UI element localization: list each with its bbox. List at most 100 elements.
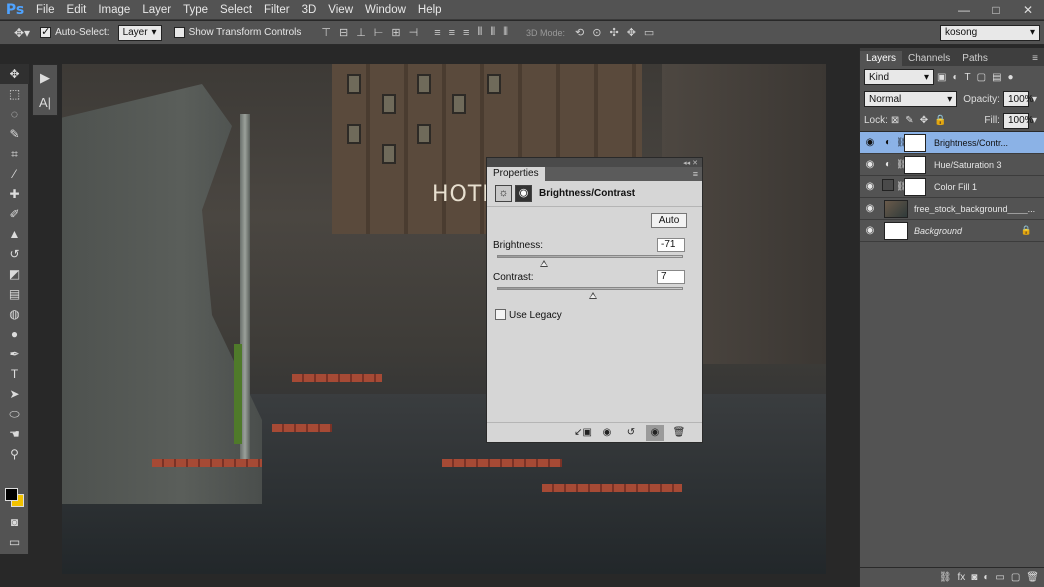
chain-link-icon[interactable]: ⛓ [896, 137, 907, 148]
new-group-icon[interactable]: ▭ [995, 572, 1004, 583]
marquee-tool-icon[interactable]: ⬚ [0, 84, 29, 104]
show-transform-checkbox[interactable] [173, 27, 185, 38]
eyedropper-tool-icon[interactable]: ⁄ [0, 164, 29, 184]
trash-icon[interactable]: 🗑 [1026, 572, 1039, 583]
filter-type-icon[interactable]: T [965, 72, 971, 83]
tab-layers[interactable]: Layers [860, 51, 903, 66]
reset-icon[interactable]: ↺ [622, 425, 640, 441]
menu-filter[interactable]: Filter [258, 0, 296, 20]
healing-brush-tool-icon[interactable]: ✚ [0, 184, 29, 204]
filter-adjustment-icon[interactable]: ◐ [952, 72, 958, 83]
crop-tool-icon[interactable]: ⌗ [0, 144, 29, 164]
distribute-right-icon[interactable]: ⦀ [503, 26, 508, 39]
distribute-bottom-icon[interactable]: ≡ [463, 27, 469, 39]
panel-menu-icon[interactable]: ≡ [693, 169, 702, 179]
eye-icon[interactable]: ◉ [860, 181, 880, 192]
align-hcenter-icon[interactable]: ⊞ [391, 26, 400, 39]
layer-row-color-fill[interactable]: ◉ ⛓ Color Fill 1 [860, 176, 1044, 198]
screen-mode-icon[interactable]: ▭ [0, 532, 29, 552]
document-canvas[interactable]: HOTE [62, 64, 826, 574]
align-bottom-icon[interactable]: ⊥ [356, 26, 366, 39]
tab-channels[interactable]: Channels [902, 51, 956, 66]
type-tool-icon[interactable]: T [0, 364, 29, 384]
menu-help[interactable]: Help [412, 0, 448, 20]
chain-link-icon[interactable]: ⛓ [896, 181, 907, 192]
link-layers-icon[interactable]: ⛓ [939, 572, 952, 583]
distribute-vcenter-icon[interactable]: ≡ [449, 27, 455, 39]
path-select-tool-icon[interactable]: ➤ [0, 384, 29, 404]
eraser-tool-icon[interactable]: ◩ [0, 264, 29, 284]
tab-properties[interactable]: Properties [487, 167, 545, 181]
chevron-down-icon[interactable]: ▾ [1032, 115, 1037, 126]
panel-menu-icon[interactable]: ≡ [1026, 51, 1044, 66]
trash-icon[interactable]: 🗑 [670, 425, 688, 441]
filter-toggle-icon[interactable]: ● [1008, 72, 1014, 83]
lasso-tool-icon[interactable]: ◌ [0, 104, 29, 124]
collapse-icon[interactable]: ◂◂ ✕ [683, 159, 698, 167]
distribute-left-icon[interactable]: ⦀ [477, 26, 482, 39]
eye-icon[interactable]: ◉ [860, 225, 880, 236]
filter-shape-icon[interactable]: ▢ [977, 72, 986, 83]
align-left-icon[interactable]: ⊢ [374, 26, 384, 39]
layer-row-free-stock-background[interactable]: ◉ free_stock_background____... [860, 198, 1044, 220]
layer-style-icon[interactable]: fx [958, 572, 966, 583]
brightness-slider[interactable] [497, 255, 683, 267]
contrast-slider-thumb[interactable] [588, 292, 597, 299]
blur-tool-icon[interactable]: ◍ [0, 304, 29, 324]
eye-icon[interactable]: ◉ [860, 159, 880, 170]
add-mask-icon[interactable]: ◙ [971, 572, 977, 583]
filter-smart-object-icon[interactable]: ▤ [992, 72, 1001, 83]
clip-to-layer-icon[interactable]: ↙▣ [574, 425, 592, 441]
zoom-tool-icon[interactable]: ⚲ [0, 444, 29, 464]
use-legacy-checkbox[interactable] [495, 309, 506, 320]
move-tool-icon[interactable]: ✥ [0, 64, 29, 84]
eye-icon[interactable]: ◉ [860, 137, 880, 148]
menu-image[interactable]: Image [92, 0, 136, 20]
history-brush-tool-icon[interactable]: ↺ [0, 244, 29, 264]
kind-dropdown[interactable]: Kind ▾ [864, 69, 934, 85]
minimize-button[interactable]: — [948, 0, 980, 20]
contrast-field[interactable]: 7 [657, 270, 685, 284]
layer-row-background[interactable]: ◉ Background 🔒 [860, 220, 1044, 242]
brightness-field[interactable]: -71 [657, 238, 685, 252]
shape-tool-icon[interactable]: ⬭ [0, 404, 29, 424]
visibility-icon[interactable]: ◉ [646, 424, 664, 441]
menu-window[interactable]: Window [359, 0, 412, 20]
lock-image-icon[interactable]: ✎ [905, 115, 913, 126]
contrast-slider[interactable] [497, 287, 683, 299]
lock-transparent-icon[interactable]: ⊠ [891, 115, 899, 126]
chain-link-icon[interactable]: ⛓ [896, 159, 907, 170]
brightness-adjustment-icon[interactable]: ☼ [495, 185, 512, 202]
menu-layer[interactable]: Layer [136, 0, 177, 20]
pen-tool-icon[interactable]: ✒ [0, 344, 29, 364]
distribute-hcenter-icon[interactable]: ⦀ [490, 26, 495, 39]
new-adjustment-icon[interactable]: ◐ [983, 572, 989, 583]
blend-mode-dropdown[interactable]: Normal ▾ [864, 91, 958, 107]
panel-drag-bar[interactable]: ◂◂ ✕ [487, 158, 702, 167]
auto-button[interactable]: Auto [651, 213, 687, 228]
brightness-slider-thumb[interactable] [539, 260, 548, 267]
quick-select-tool-icon[interactable]: ✎ [0, 124, 29, 144]
3d-roll-icon[interactable]: ⊙ [592, 26, 601, 39]
3d-drag-icon[interactable]: ✣ [609, 26, 618, 39]
menu-select[interactable]: Select [214, 0, 258, 20]
align-top-icon[interactable]: ⊤ [321, 26, 331, 39]
align-vcenter-icon[interactable]: ⊟ [339, 26, 348, 39]
menu-view[interactable]: View [322, 0, 359, 20]
3d-scale-icon[interactable]: ▭ [644, 26, 654, 39]
tab-paths[interactable]: Paths [956, 51, 994, 66]
view-previous-state-icon[interactable]: ◉ [598, 425, 616, 441]
hand-tool-icon[interactable]: ☚ [0, 424, 29, 444]
brush-tool-icon[interactable]: ✐ [0, 204, 29, 224]
chevron-down-icon[interactable]: ▾ [1032, 94, 1037, 105]
3d-rotate-icon[interactable]: ⟲ [575, 26, 584, 39]
auto-select-checkbox[interactable] [40, 25, 52, 38]
layer-mask-icon[interactable]: ◉ [515, 185, 532, 202]
menu-3d[interactable]: 3D [296, 0, 323, 20]
gradient-tool-icon[interactable]: ▤ [0, 284, 29, 304]
fill-field[interactable]: 100% [1002, 112, 1034, 129]
menu-edit[interactable]: Edit [61, 0, 93, 20]
maximize-button[interactable]: □ [980, 0, 1012, 20]
layer-mask-thumbnail[interactable] [904, 133, 926, 152]
layer-mask-thumbnail[interactable] [904, 155, 926, 174]
